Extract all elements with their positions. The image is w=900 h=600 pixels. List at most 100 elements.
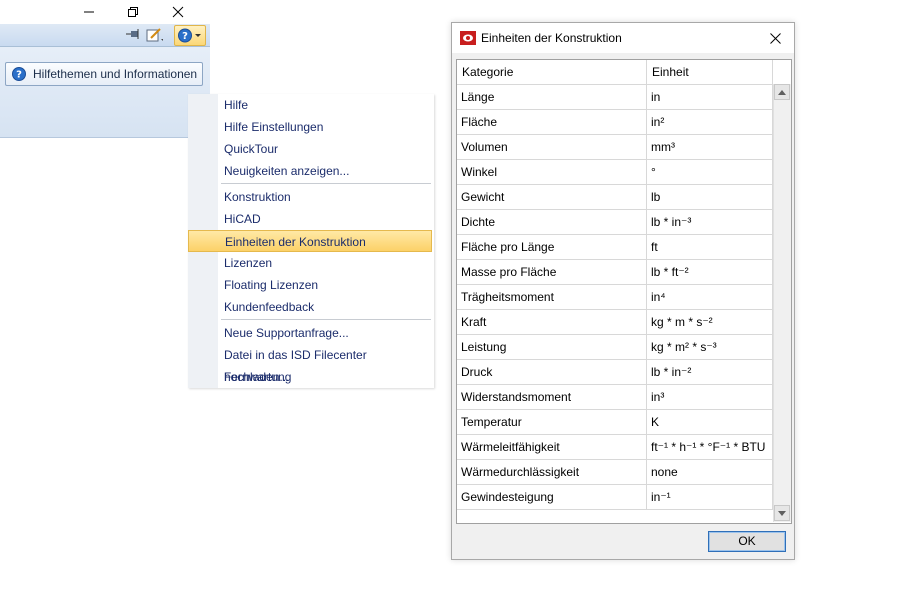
menu-item-filecenter-upload[interactable]: Datei in das ISD Filecenter hochladen... xyxy=(218,344,432,384)
menu-item-kundenfeedback[interactable]: Kundenfeedback xyxy=(218,296,432,318)
cell-einheit: lb xyxy=(647,185,773,209)
close-icon xyxy=(172,6,184,18)
table-row[interactable]: Gewindesteigung in⁻¹ xyxy=(457,485,773,510)
menu-item-einheiten[interactable]: Einheiten der Konstruktion xyxy=(188,230,432,252)
help-topics-label: Hilfethemen und Informationen xyxy=(33,67,198,81)
cell-kategorie: Masse pro Fläche xyxy=(457,260,647,284)
cell-kategorie: Fläche pro Länge xyxy=(457,235,647,259)
menu-item-supportanfrage[interactable]: Neue Supportanfrage... xyxy=(218,322,432,344)
menu-item-floating-lizenzen[interactable]: Floating Lizenzen xyxy=(218,274,432,296)
edit-icon xyxy=(146,28,163,42)
cell-kategorie: Temperatur xyxy=(457,410,647,434)
column-header-einheit[interactable]: Einheit xyxy=(647,60,773,84)
cell-einheit: mm³ xyxy=(647,135,773,159)
menu-item-fernwartung[interactable]: Fernwartung xyxy=(218,366,432,388)
table-row[interactable]: Fläche in² xyxy=(457,110,773,135)
cell-kategorie: Trägheitsmoment xyxy=(457,285,647,309)
menu-item-quicktour[interactable]: QuickTour xyxy=(218,138,432,160)
table-row[interactable]: Druck lb * in⁻² xyxy=(457,360,773,385)
menu-item-lizenzen[interactable]: Lizenzen xyxy=(218,252,432,274)
help-dropdown-button[interactable]: ? xyxy=(174,25,206,46)
scroll-up-button[interactable] xyxy=(774,84,790,100)
cell-kategorie: Gewicht xyxy=(457,185,647,209)
table-row[interactable]: Länge in xyxy=(457,85,773,110)
cell-kategorie: Wärmedurchlässigkeit xyxy=(457,460,647,484)
cell-einheit: in² xyxy=(647,110,773,134)
column-header-kategorie[interactable]: Kategorie xyxy=(457,60,647,84)
minimize-button[interactable] xyxy=(74,2,104,22)
restore-button[interactable] xyxy=(118,2,148,22)
menu-item-hilfe-einstellungen[interactable]: Hilfe Einstellungen xyxy=(218,116,432,138)
close-window-button[interactable] xyxy=(163,2,193,22)
cell-einheit: in⁴ xyxy=(647,285,773,309)
arrow-up-icon xyxy=(778,89,786,95)
dialog-close-button[interactable] xyxy=(764,28,786,48)
cell-kategorie: Fläche xyxy=(457,110,647,134)
cell-einheit: in⁻¹ xyxy=(647,485,773,509)
vertical-scrollbar[interactable] xyxy=(773,84,791,522)
units-dialog: Einheiten der Konstruktion Kategorie Ein… xyxy=(451,22,795,560)
cell-einheit: none xyxy=(647,460,773,484)
table-row[interactable]: Temperatur K xyxy=(457,410,773,435)
cell-kategorie: Wärmeleitfähigkeit xyxy=(457,435,647,459)
help-menu: Hilfe Hilfe Einstellungen QuickTour Neui… xyxy=(188,94,434,388)
cell-kategorie: Druck xyxy=(457,360,647,384)
cell-einheit: ft xyxy=(647,235,773,259)
cell-einheit: lb * ft⁻² xyxy=(647,260,773,284)
table-row[interactable]: Dichte lb * in⁻³ xyxy=(457,210,773,235)
menu-item-hilfe[interactable]: Hilfe xyxy=(218,94,432,116)
menu-item-hicad[interactable]: HiCAD xyxy=(218,208,432,230)
edit-button[interactable] xyxy=(145,27,163,43)
cell-kategorie: Kraft xyxy=(457,310,647,334)
table-row[interactable]: Masse pro Fläche lb * ft⁻² xyxy=(457,260,773,285)
table-row[interactable]: Volumen mm³ xyxy=(457,135,773,160)
close-icon xyxy=(769,32,781,44)
dialog-title: Einheiten der Konstruktion xyxy=(481,31,622,45)
cell-kategorie: Gewindesteigung xyxy=(457,485,647,509)
cell-einheit: ft⁻¹ * h⁻¹ * °F⁻¹ * BTU xyxy=(647,435,773,459)
table-row[interactable]: Kraft kg * m * s⁻² xyxy=(457,310,773,335)
cell-einheit: kg * m² * s⁻³ xyxy=(647,335,773,359)
cell-kategorie: Volumen xyxy=(457,135,647,159)
menu-item-konstruktion[interactable]: Konstruktion xyxy=(218,186,432,208)
table-row[interactable]: Fläche pro Länge ft xyxy=(457,235,773,260)
cell-einheit: ° xyxy=(647,160,773,184)
help-topics-button[interactable]: ? Hilfethemen und Informationen xyxy=(5,62,203,86)
ok-button[interactable]: OK xyxy=(708,531,786,552)
table-row[interactable]: Widerstandsmoment in³ xyxy=(457,385,773,410)
app-logo-icon xyxy=(460,31,476,45)
help-icon: ? xyxy=(178,28,201,43)
table-row[interactable]: Wärmeleitfähigkeit ft⁻¹ * h⁻¹ * °F⁻¹ * BT… xyxy=(457,435,773,460)
cell-einheit: kg * m * s⁻² xyxy=(647,310,773,334)
units-table: Kategorie Einheit Länge in Fläche in² Volume… xyxy=(456,59,792,524)
svg-text:?: ? xyxy=(16,70,22,81)
ribbon-panel xyxy=(0,47,210,138)
cell-einheit: lb * in⁻² xyxy=(647,360,773,384)
dialog-titlebar[interactable]: Einheiten der Konstruktion xyxy=(452,23,794,53)
table-row[interactable]: Wärmedurchlässigkeit none xyxy=(457,460,773,485)
cell-einheit: K xyxy=(647,410,773,434)
cell-kategorie: Leistung xyxy=(457,335,647,359)
table-header: Kategorie Einheit xyxy=(457,60,773,85)
table-row[interactable]: Leistung kg * m² * s⁻³ xyxy=(457,335,773,360)
pin-icon xyxy=(126,29,139,39)
cell-kategorie: Länge xyxy=(457,85,647,109)
minimize-icon xyxy=(84,11,94,13)
cell-einheit: lb * in⁻³ xyxy=(647,210,773,234)
table-row[interactable]: Winkel ° xyxy=(457,160,773,185)
menu-item-neuigkeiten[interactable]: Neuigkeiten anzeigen... xyxy=(218,160,432,182)
menu-separator xyxy=(221,183,431,184)
arrow-down-icon xyxy=(778,510,786,516)
table-row[interactable]: Gewicht lb xyxy=(457,185,773,210)
restore-icon xyxy=(128,7,138,17)
cell-kategorie: Dichte xyxy=(457,210,647,234)
cell-einheit: in³ xyxy=(647,385,773,409)
table-row[interactable]: Trägheitsmoment in⁴ xyxy=(457,285,773,310)
menu-separator xyxy=(221,319,431,320)
cell-kategorie: Winkel xyxy=(457,160,647,184)
svg-text:?: ? xyxy=(182,31,188,42)
scroll-down-button[interactable] xyxy=(774,505,790,521)
help-icon: ? xyxy=(12,67,26,81)
cell-einheit: in xyxy=(647,85,773,109)
pin-button[interactable] xyxy=(124,27,142,43)
